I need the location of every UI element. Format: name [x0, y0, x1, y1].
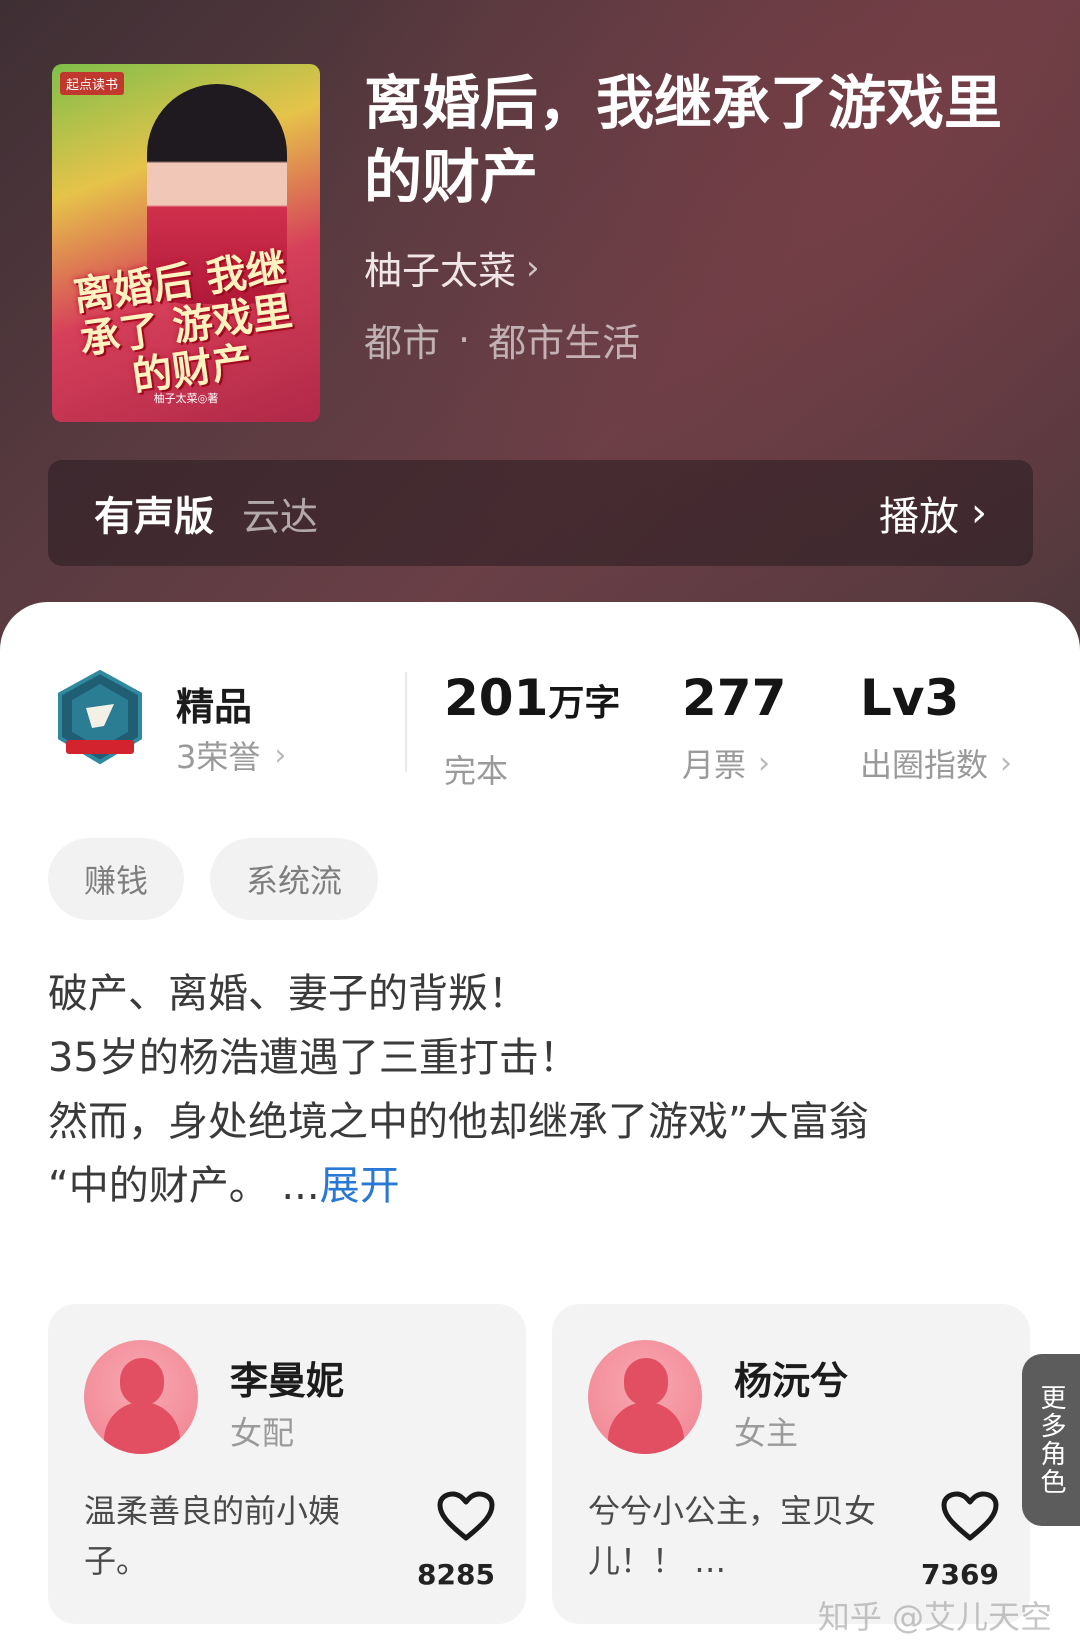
character-role: 女主 [734, 1414, 799, 1452]
popularity-index-stat[interactable]: Lv3 出圈指数 › [860, 668, 1012, 786]
heart-icon[interactable] [940, 1490, 1000, 1542]
book-title: 离婚后，我继承了游戏里的财产 [364, 69, 1003, 211]
character-avatar [588, 1340, 702, 1454]
tag-chip[interactable]: 系统流 [210, 838, 379, 920]
character-description: 温柔善良的前小姨子。 [84, 1492, 341, 1580]
chevron-right-icon: › [971, 490, 987, 536]
description-line: 破产、离婚、妻子的背叛！ [48, 971, 528, 1017]
honor-medal-icon[interactable] [52, 668, 148, 768]
character-like-count: 7369 [921, 1558, 999, 1591]
heart-icon[interactable] [436, 1490, 496, 1542]
character-card[interactable]: 杨沅兮 女主 兮兮小公主，宝贝女儿！！ … 7369 [552, 1304, 1030, 1624]
genre-subcategory[interactable]: 都市生活 [488, 312, 640, 367]
chevron-right-icon: › [1000, 745, 1013, 781]
monthly-votes-label: 月票 [682, 746, 747, 784]
word-count-value: 201 [444, 669, 549, 727]
play-button[interactable]: 播放 › [879, 484, 987, 542]
expand-link[interactable]: 展开 [320, 1163, 400, 1209]
chevron-right-icon: › [758, 745, 771, 781]
monthly-votes-value: 277 [682, 669, 787, 727]
word-count-stat: 201万字 完本 [444, 668, 620, 792]
genre-category[interactable]: 都市 [364, 312, 440, 367]
author-link[interactable]: 柚子太菜 › [364, 240, 540, 295]
honor-title: 精品 [176, 685, 253, 729]
character-description: 兮兮小公主，宝贝女儿！！ … [588, 1492, 877, 1580]
more-characters-button[interactable]: 更多角色 [1022, 1354, 1080, 1526]
popularity-index-label: 出圈指数 [860, 746, 989, 784]
watermark: 知乎 @艾儿天空 [817, 1598, 1052, 1636]
honor-link[interactable]: 3荣誉 › [176, 732, 286, 778]
tag-chip[interactable]: 赚钱 [48, 838, 185, 920]
character-card[interactable]: 李曼妮 女配 温柔善良的前小姨子。 8285 [48, 1304, 526, 1624]
cover-title-art: 离婚后 我继承了 游戏里的财产 [70, 244, 296, 401]
audio-label: 有声版 [94, 494, 214, 540]
character-name: 杨沅兮 [734, 1359, 849, 1403]
author-name: 柚子太菜 [364, 249, 517, 293]
cover-publisher-badge: 起点读书 [60, 72, 125, 95]
description-line: 35岁的杨浩遭遇了三重打击！ [48, 1035, 579, 1081]
audio-version-bar[interactable]: 有声版 云达 播放 › [48, 460, 1033, 566]
monthly-votes-stat[interactable]: 277 月票 › [682, 668, 786, 786]
character-avatar [84, 1340, 198, 1454]
stats-row: 精品 3荣誉 › 201万字 完本 277 月票 › Lv3 出圈指数 › [0, 662, 1080, 792]
cover-author-art: 柚子太菜◎著 [153, 392, 219, 405]
character-name: 李曼妮 [230, 1359, 345, 1403]
description-line: “中的财产。 ... [48, 1163, 320, 1209]
popularity-level-value: Lv3 [860, 669, 960, 727]
word-count-unit: 万字 [548, 683, 621, 724]
character-like-count: 8285 [417, 1558, 495, 1591]
character-list: 李曼妮 女配 温柔善良的前小姨子。 8285 杨沅兮 女主 兮兮小公主，宝贝女儿… [48, 1304, 1080, 1634]
book-cover[interactable]: 起点读书 离婚后 我继承了 游戏里的财产 柚子太菜◎著 [52, 64, 320, 422]
description-line: 然而，身处绝境之中的他却继承了游戏”大富翁 [48, 1099, 869, 1145]
book-info-sheet: 精品 3荣誉 › 201万字 完本 277 月票 › Lv3 出圈指数 › 赚钱 系… [0, 602, 1080, 1644]
audio-narrator: 云达 [242, 494, 319, 539]
book-genre: 都市 · 都市生活 [364, 312, 640, 367]
chevron-right-icon: › [526, 247, 540, 288]
stats-divider [405, 672, 407, 772]
chevron-right-icon: › [274, 737, 287, 773]
character-role: 女配 [230, 1414, 295, 1452]
honor-count: 3荣誉 [176, 738, 261, 776]
genre-separator: · [458, 317, 471, 362]
completion-status: 完本 [444, 752, 509, 790]
book-description: 破产、离婚、妻子的背叛！ 35岁的杨浩遭遇了三重打击！ 然而，身处绝境之中的他却… [48, 962, 1038, 1218]
play-label: 播放 [879, 494, 959, 540]
tag-list: 赚钱 系统流 [48, 838, 379, 920]
